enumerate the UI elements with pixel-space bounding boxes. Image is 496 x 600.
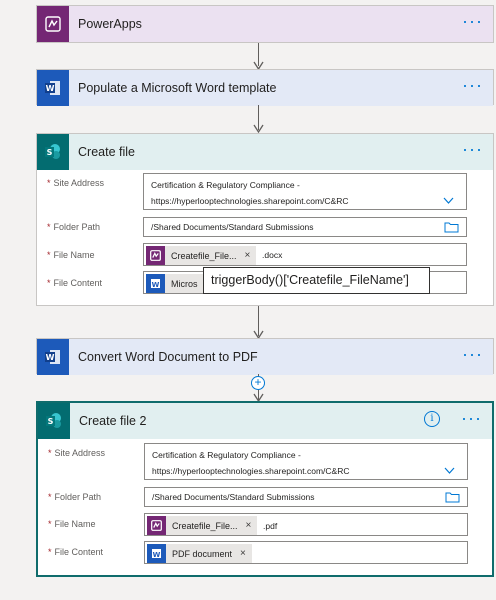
- svg-text:W: W: [46, 353, 55, 362]
- step-header[interactable]: PowerApps ···: [37, 6, 493, 42]
- site-address-label: * Site Address: [47, 178, 105, 188]
- step-header[interactable]: W Populate a Microsoft Word template ···: [37, 70, 493, 106]
- word-icon: W: [146, 274, 165, 293]
- more-options-button[interactable]: ···: [462, 339, 483, 369]
- powerapps-icon: [147, 516, 166, 535]
- file-name-input[interactable]: Createfile_File... × .docx: [143, 243, 467, 266]
- folder-icon[interactable]: [445, 492, 460, 503]
- chevron-down-icon[interactable]: [444, 465, 455, 476]
- svg-text:W: W: [46, 84, 55, 93]
- remove-token-button[interactable]: ×: [245, 250, 257, 261]
- info-icon[interactable]: i: [424, 411, 440, 427]
- file-name-label: * File Name: [47, 250, 95, 260]
- dynamic-content-token[interactable]: Createfile_File... ×: [147, 516, 258, 535]
- step-title: Convert Word Document to PDF: [78, 350, 258, 364]
- step-header[interactable]: W Convert Word Document to PDF ···: [37, 339, 493, 375]
- step-powerapps[interactable]: PowerApps ···: [36, 5, 494, 43]
- site-address-dropdown[interactable]: Certification & Regulatory Compliance - …: [144, 443, 468, 480]
- file-content-label: * File Content: [47, 278, 103, 288]
- folder-path-label: * Folder Path: [47, 222, 101, 232]
- more-options-button[interactable]: ···: [462, 134, 483, 164]
- svg-text:W: W: [153, 551, 161, 559]
- remove-token-button[interactable]: ×: [246, 520, 258, 531]
- chevron-down-icon[interactable]: [443, 195, 454, 206]
- step-title: Create file 2: [79, 414, 147, 428]
- step-title: Create file: [78, 145, 135, 159]
- folder-icon[interactable]: [444, 222, 459, 233]
- svg-text:S: S: [48, 417, 54, 426]
- folder-path-input[interactable]: /Shared Documents/Standard Submissions: [144, 487, 468, 507]
- svg-text:W: W: [152, 281, 160, 289]
- step-header[interactable]: S Create file ···: [37, 134, 493, 170]
- file-name-label: * File Name: [48, 519, 96, 529]
- token-label: Createfile_File...: [172, 520, 238, 531]
- more-options-button[interactable]: ···: [462, 70, 483, 100]
- powerapps-icon: [37, 6, 69, 42]
- word-icon: W: [147, 544, 166, 563]
- site-address-label: * Site Address: [48, 448, 106, 458]
- dynamic-content-token[interactable]: W PDF document ×: [147, 544, 252, 563]
- arrow-down-icon: [253, 124, 264, 133]
- dynamic-content-token[interactable]: Createfile_File... ×: [146, 246, 257, 265]
- folder-path-input[interactable]: /Shared Documents/Standard Submissions: [143, 217, 467, 237]
- more-options-button[interactable]: ···: [461, 403, 482, 433]
- file-name-input[interactable]: Createfile_File... × .pdf: [144, 513, 468, 536]
- add-step-button[interactable]: +: [251, 376, 265, 390]
- remove-token-button[interactable]: ×: [240, 548, 252, 559]
- sharepoint-icon: S: [38, 403, 70, 439]
- step-title: Populate a Microsoft Word template: [78, 81, 277, 95]
- folder-path-label: * Folder Path: [48, 492, 102, 502]
- file-content-input[interactable]: W PDF document ×: [144, 541, 468, 564]
- word-icon: W: [37, 339, 69, 375]
- file-extension-text: .docx: [262, 250, 283, 260]
- sharepoint-icon: S: [37, 134, 69, 170]
- more-options-button[interactable]: ···: [462, 6, 483, 36]
- step-create-file-2[interactable]: S Create file 2 i ··· * Site Address Cert…: [36, 401, 494, 577]
- word-icon: W: [37, 70, 69, 106]
- svg-text:S: S: [47, 148, 53, 157]
- file-content-label: * File Content: [48, 547, 104, 557]
- token-label: Micros: [171, 278, 198, 289]
- step-populate-word-template[interactable]: W Populate a Microsoft Word template ···: [36, 69, 494, 106]
- token-label: PDF document: [172, 548, 233, 559]
- token-label: Createfile_File...: [171, 250, 237, 261]
- step-title: PowerApps: [78, 17, 142, 31]
- token-tooltip: triggerBody()['Createfile_FileName']: [203, 267, 430, 294]
- step-convert-word-to-pdf[interactable]: W Convert Word Document to PDF ···: [36, 338, 494, 375]
- file-extension-text: .pdf: [263, 521, 278, 531]
- site-address-dropdown[interactable]: Certification & Regulatory Compliance - …: [143, 173, 467, 210]
- step-header[interactable]: S Create file 2 i ···: [38, 403, 492, 439]
- powerapps-icon: [146, 246, 165, 265]
- dynamic-content-token[interactable]: W Micros: [146, 274, 206, 293]
